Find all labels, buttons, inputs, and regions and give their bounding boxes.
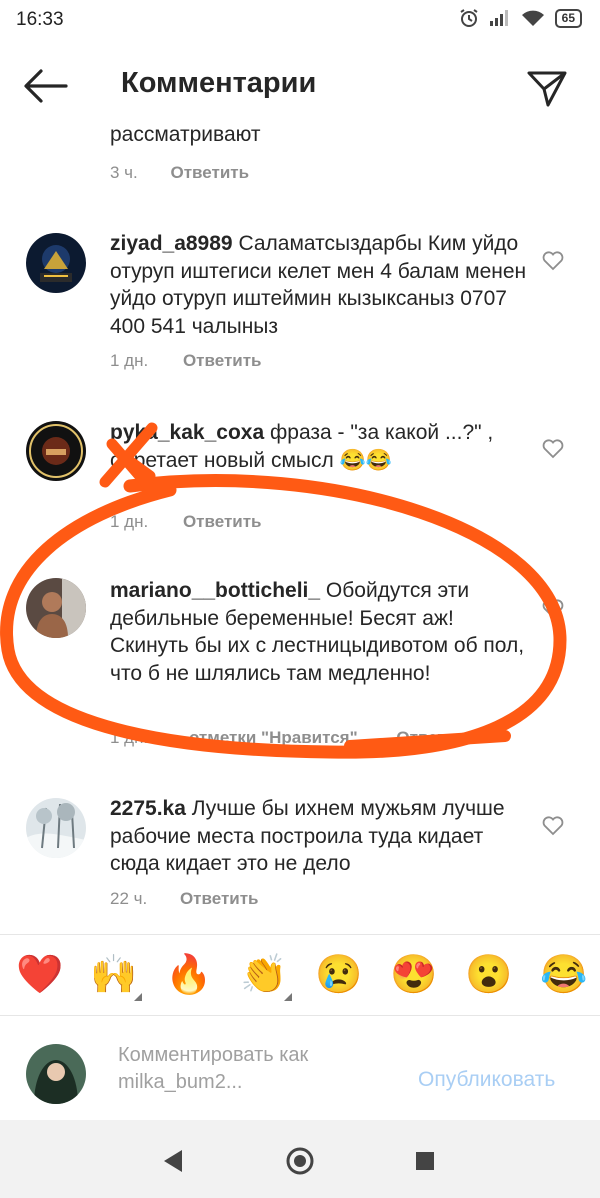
back-arrow-icon[interactable] [22,68,68,104]
comment-time: 3 ч. [110,163,138,182]
emoji-raised-hands-button[interactable]: 🙌 [90,953,137,997]
wifi-icon [521,10,544,26]
emoji-heart-eyes-button[interactable]: 😍 [390,953,437,997]
comment-meta: 1 дн. Ответить [110,512,262,532]
comment-username[interactable]: mariano__botticheli_ [110,579,320,602]
page-title: Комментарии [121,67,317,99]
battery-icon: 65 [554,8,582,28]
reply-button[interactable]: Ответить [180,889,259,908]
comment-emoji: 😂😂 [339,448,392,472]
likes-count[interactable]: отметки "Нравится" [189,728,358,747]
emoji-heart-button[interactable]: ❤️ [16,953,63,997]
comment-meta: 22 ч. Ответить [110,889,259,909]
reply-button[interactable]: Ответить [183,351,262,370]
system-nav-bar [0,1120,600,1198]
emoji-laughing-button[interactable]: 😂 [540,953,587,997]
home-nav-icon[interactable] [285,1146,315,1176]
emoji-crying-button[interactable]: 😢 [315,953,362,997]
heart-icon[interactable] [541,596,565,620]
status-icons: 65 [459,8,582,28]
comment-meta: 3 ч. Ответить [110,163,249,183]
comment-username[interactable]: 2275.ka [110,797,186,820]
status-time: 16:33 [16,9,64,30]
comment-time: 22 ч. [110,889,148,908]
comment-username[interactable]: pyka_kak_coxa [110,421,264,444]
skin-tone-indicator-icon [134,993,142,1001]
heart-icon[interactable] [541,436,565,460]
recents-nav-icon[interactable] [410,1146,440,1176]
comment-body: ziyad_a8989 Саламатсыздарбы Ким уйдо оту… [110,230,530,340]
comment-text: рассматривают [110,123,261,146]
reply-button[interactable]: Ответить [396,728,475,747]
comment-body: 2275.ka Лучше бы ихнем мужьям лучше рабо… [110,795,530,878]
comment-body: mariano__botticheli_ Обойдутся эти дебил… [110,577,530,687]
back-nav-icon[interactable] [158,1146,188,1176]
reply-button[interactable]: Ответить [183,512,262,531]
comment-meta: 1 дн. Ответить [110,351,262,371]
avatar[interactable] [26,233,86,293]
skin-tone-indicator-icon [284,993,292,1001]
emoji-quick-bar: ❤️ 🙌 🔥 👏 😢 😍 😮 😂 [0,934,600,1016]
emoji-fire-button[interactable]: 🔥 [165,953,212,997]
signal-icon [489,10,508,26]
comment-time: 1 дн. [110,728,149,747]
publish-button[interactable]: Опубликовать [418,1068,555,1092]
own-avatar [26,1044,86,1104]
comment-composer: Комментировать как milka_bum2... Опублик… [0,1014,600,1120]
comment-username[interactable]: ziyad_a8989 [110,232,233,255]
header: Комментарии [0,56,600,118]
heart-icon[interactable] [541,813,565,837]
comment-meta: 1 дн. отметки "Нравится" Ответить [110,728,475,748]
comment-time: 1 дн. [110,351,149,370]
reply-button[interactable]: Ответить [171,163,250,182]
alarm-icon [460,9,478,27]
emoji-surprised-button[interactable]: 😮 [465,953,512,997]
avatar[interactable] [26,798,86,858]
comment-input[interactable]: Комментировать как milka_bum2... [118,1042,398,1096]
heart-icon[interactable] [541,248,565,272]
status-bar: 16:33 65 [0,0,600,40]
avatar[interactable] [26,421,86,481]
send-direct-icon[interactable] [526,68,568,108]
comment-time: 1 дн. [110,512,149,531]
emoji-clapping-button[interactable]: 👏 [240,953,287,997]
comment-body: pyka_kak_coxa фраза - "за какой ...?" , … [110,419,530,474]
avatar[interactable] [26,578,86,638]
